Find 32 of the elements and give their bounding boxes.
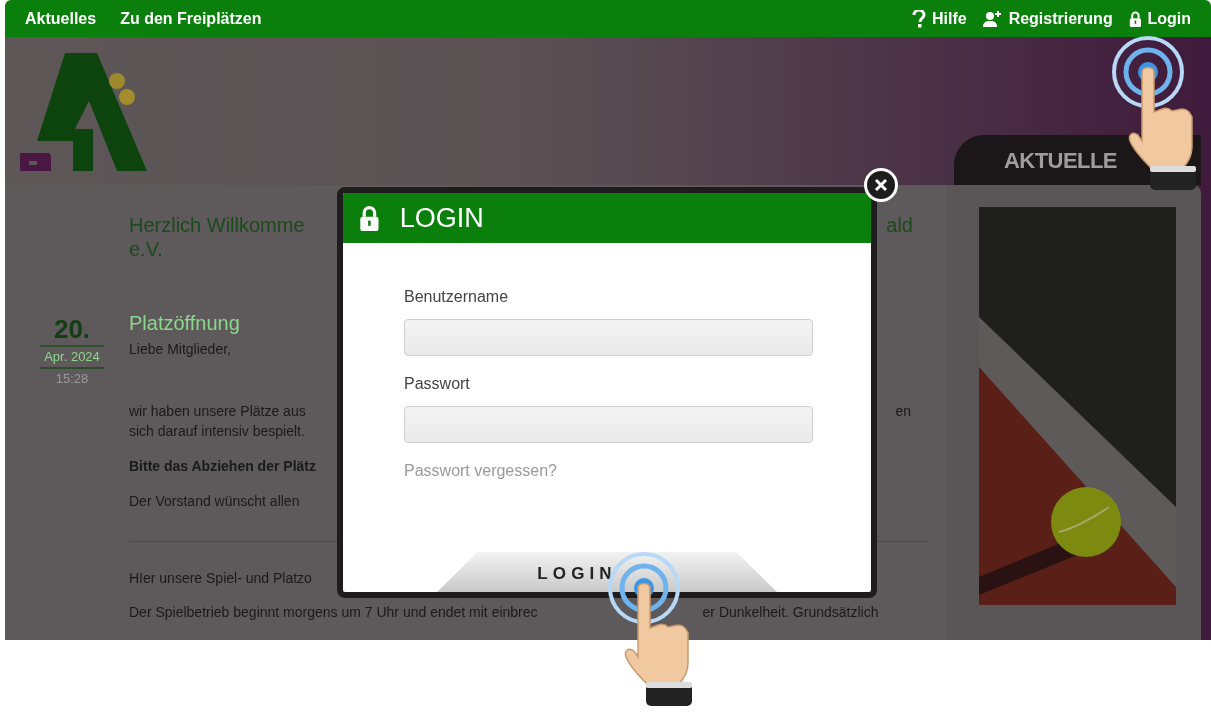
paragraph-text: HIer unsere Spiel- und Platzo: [129, 569, 312, 588]
welcome-heading: e.V.: [129, 237, 163, 261]
dialog-title: LOGIN: [399, 201, 484, 235]
paragraph-text: wir haben unsere Plätze aus: [129, 402, 306, 421]
paragraph-text: Der Vorstand wünscht allen: [129, 492, 300, 511]
welcome-heading: ald: [886, 213, 913, 237]
nav-link[interactable]: Hilfe: [911, 6, 967, 31]
paragraph-text: en: [895, 402, 911, 421]
lock-icon: [359, 205, 380, 231]
help-icon: [911, 9, 926, 28]
input-field[interactable]: [404, 319, 813, 356]
paragraph-text: Liebe Mitglieder,: [129, 340, 231, 359]
welcome-heading: Herzlich Willkomme: [129, 213, 305, 237]
nav-link[interactable]: Login: [1128, 6, 1191, 31]
add-user-icon: [982, 9, 1003, 28]
field-label: Passwort: [404, 374, 470, 394]
forgot-password-link[interactable]: Passwort vergessen?: [404, 459, 557, 483]
paragraph-text: Bitte das Abziehen der Plätz: [129, 457, 316, 476]
paragraph-text: Der Spielbetrieb beginnt morgens um 7 Uhr und endet mit einbrec: [129, 603, 538, 622]
paragraph-text: er Dunkelheit. Grundsätzlich: [702, 603, 879, 622]
date-month: Apr. 2024: [40, 345, 104, 369]
nav-link[interactable]: Aktuelles: [25, 6, 97, 31]
post-title: Platzöffnung: [129, 311, 240, 335]
input-field[interactable]: [404, 406, 813, 443]
lock-icon: [1128, 10, 1142, 27]
nav-link[interactable]: Registrierung: [982, 6, 1113, 31]
paragraph-text: sich darauf intensiv bespielt.: [129, 422, 305, 441]
nav-link[interactable]: Zu den Freiplätzen: [120, 6, 262, 31]
login-button[interactable]: LOGIN: [437, 552, 777, 592]
date-time: 15:28: [55, 369, 89, 388]
date-day: 20.: [53, 315, 91, 343]
field-label: Benutzername: [404, 287, 509, 307]
